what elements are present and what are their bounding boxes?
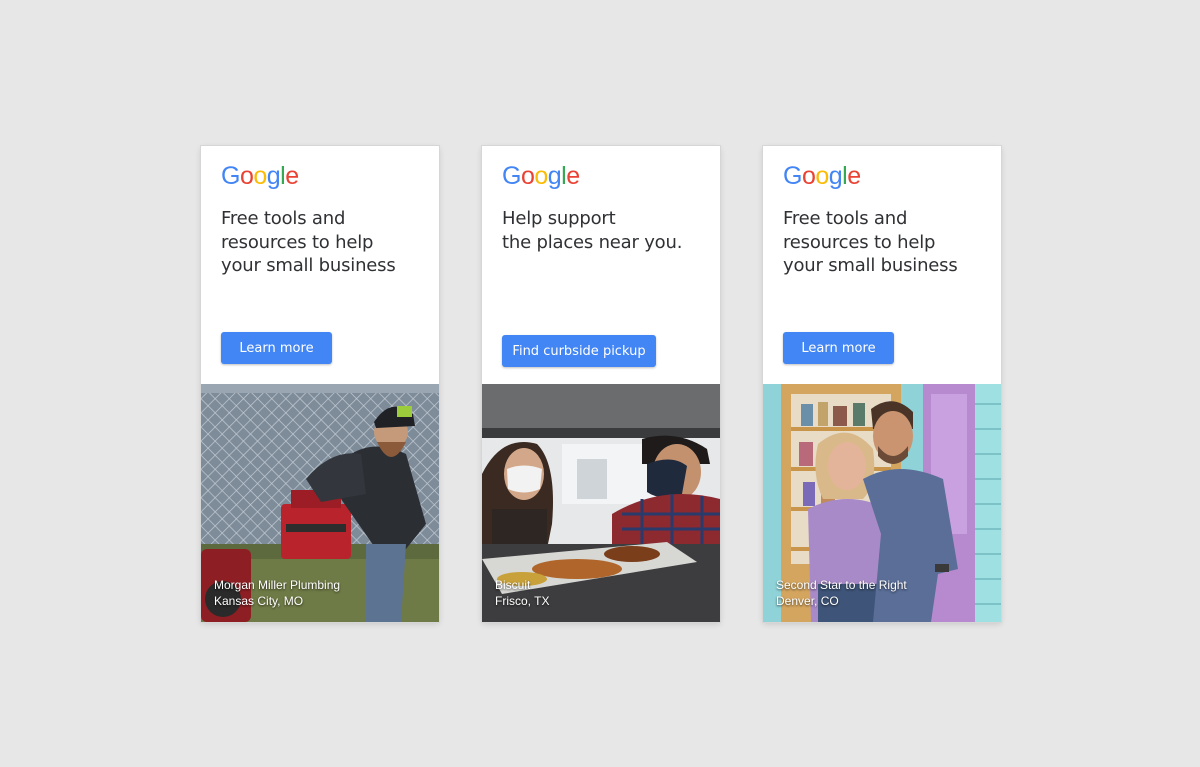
restaurant-photo: Biscuit Frisco, TX bbox=[482, 384, 720, 622]
learn-more-button[interactable]: Learn more bbox=[221, 332, 332, 364]
bookstore-photo: Second Star to the Right Denver, CO bbox=[763, 384, 1001, 622]
photo-caption: Biscuit Frisco, TX bbox=[495, 578, 549, 609]
business-name: Biscuit bbox=[495, 578, 531, 592]
business-location: Kansas City, MO bbox=[214, 593, 304, 608]
learn-more-button[interactable]: Learn more bbox=[783, 332, 894, 364]
ad-headline: Free tools and resources to help your sm… bbox=[221, 208, 396, 276]
business-location: Frisco, TX bbox=[495, 593, 550, 608]
ad-card-bookstore[interactable]: Google Free tools and resources to help … bbox=[763, 146, 1001, 622]
ad-headline: Free tools and resources to help your sm… bbox=[783, 208, 958, 276]
business-location: Denver, CO bbox=[776, 593, 839, 608]
photo-caption: Second Star to the Right Denver, CO bbox=[776, 578, 907, 609]
ad-gallery: Google Free tools and resources to help … bbox=[0, 0, 1200, 767]
business-name: Second Star to the Right bbox=[776, 578, 907, 592]
ad-card-plumbing[interactable]: Google Free tools and resources to help … bbox=[201, 146, 439, 622]
plumber-photo: Morgan Miller Plumbing Kansas City, MO bbox=[201, 384, 439, 622]
find-curbside-pickup-button[interactable]: Find curbside pickup bbox=[502, 335, 656, 367]
ad-headline: Help support the places near you. bbox=[502, 208, 683, 253]
google-logo: Google bbox=[502, 162, 580, 190]
google-logo: Google bbox=[783, 162, 861, 190]
business-name: Morgan Miller Plumbing bbox=[214, 578, 341, 592]
google-logo: Google bbox=[221, 162, 299, 190]
ad-card-restaurant[interactable]: Google Help support the places near you.… bbox=[482, 146, 720, 622]
photo-caption: Morgan Miller Plumbing Kansas City, MO bbox=[214, 578, 340, 609]
